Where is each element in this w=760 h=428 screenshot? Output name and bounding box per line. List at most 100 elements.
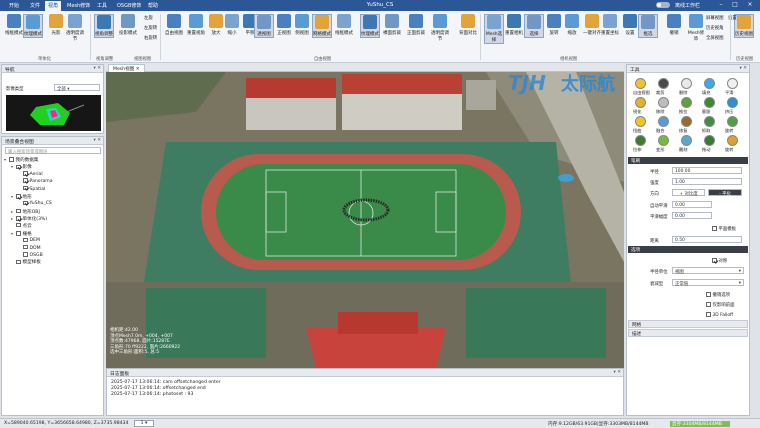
tree-item[interactable]: ▾ 我的数据集 (4, 156, 102, 163)
options-section-header[interactable]: 选项 (628, 246, 748, 253)
tree-item[interactable]: DOM (4, 244, 102, 252)
tool-icon[interactable] (635, 116, 646, 127)
ribbon-button-23[interactable]: 选择 (524, 14, 544, 38)
brush-section-header[interactable]: 笔刷 (628, 157, 748, 164)
ribbon-small-5[interactable]: 历史视角 (706, 25, 724, 31)
ribbon-button-7[interactable]: 重置视角 (186, 14, 206, 36)
ribbon-button-29[interactable]: 框选 (638, 14, 658, 38)
tool-icon[interactable] (704, 97, 715, 108)
nav-preview[interactable] (6, 95, 101, 131)
ribbon-button-18[interactable]: 正面剪裁 (406, 14, 426, 36)
ribbon-button-12[interactable]: 正视图 (274, 14, 294, 36)
tree-item[interactable]: ▾ 影像 (4, 163, 102, 170)
strength-input[interactable]: 1.00 (672, 178, 742, 185)
symmetry-checkbox[interactable] (712, 258, 717, 263)
tree-item[interactable]: OSGB (4, 252, 102, 259)
tool-icon[interactable] (704, 116, 715, 127)
ribbon-button-32[interactable]: 历史视图 (734, 14, 754, 38)
opt3-checkbox[interactable] (706, 312, 711, 317)
ribbon-button-15[interactable]: 线框模式 (334, 14, 354, 36)
flat-option[interactable]: 平面模板 (712, 226, 736, 232)
ribbon-small-1[interactable]: 左旋 (144, 15, 153, 21)
ribbon-button-5[interactable]: 投影模式 (118, 14, 138, 36)
tree-checkbox[interactable] (16, 222, 21, 228)
ribbon-button-4[interactable]: 视角调整 (94, 14, 114, 38)
direction-up-button[interactable]: + 对比度 (672, 189, 705, 197)
radius-unit-select[interactable]: 视图 ▾ (672, 267, 744, 275)
ribbon-button-22[interactable]: 重置相机 (504, 14, 524, 36)
tree-item[interactable]: 点云 (4, 222, 102, 230)
tree-item[interactable]: YuShu_CS (4, 200, 102, 207)
ribbon-button-24[interactable]: 旋转 (544, 14, 564, 36)
ribbon-button-0[interactable]: 线框模式 (4, 14, 24, 36)
tree-checkbox[interactable] (23, 185, 28, 191)
tool-icon[interactable] (635, 97, 646, 108)
ribbon-button-25[interactable]: 缩放 (562, 14, 582, 36)
auto-smooth-input[interactable]: 0.00 (672, 201, 712, 208)
tool-icon[interactable] (727, 78, 738, 89)
panel-close-icon[interactable]: ▾ ✕ (94, 66, 101, 71)
tool-icon[interactable] (727, 135, 738, 146)
falloff-select[interactable]: 正常值 ▾ (672, 279, 744, 287)
tree-item[interactable]: ▾ 地形 (4, 193, 102, 200)
distance-input[interactable]: 0.50 (672, 236, 742, 243)
ribbon-button-16[interactable]: 纹理模式 (360, 14, 380, 38)
tree-item[interactable]: Panorama (4, 178, 102, 185)
ribbon-button-28[interactable]: 设置 (620, 14, 640, 36)
zoom-select[interactable]: 1 ▾ (134, 420, 154, 427)
tool-icon[interactable] (681, 116, 692, 127)
tool-icon[interactable] (727, 97, 738, 108)
tool-icon[interactable] (704, 135, 715, 146)
tool-icon[interactable] (635, 135, 646, 146)
opt1-option[interactable]: 撤销选项 (706, 292, 730, 298)
maximize-icon[interactable]: □ (730, 1, 740, 10)
tree-checkbox[interactable] (9, 157, 14, 162)
ribbon-small-2[interactable]: 左旋转 (144, 25, 157, 31)
tree-checkbox[interactable] (16, 194, 21, 199)
tool-icon[interactable] (681, 135, 692, 146)
tree-checkbox[interactable] (16, 208, 21, 214)
panel-close-icon[interactable]: ▾ ✕ (614, 370, 621, 375)
tree-item[interactable]: ▸ 地形OBJ (4, 208, 102, 215)
ribbon-button-11[interactable]: 透视图 (254, 14, 274, 38)
tree-checkbox[interactable] (23, 252, 28, 257)
ribbon-button-30[interactable]: 撤销 (664, 14, 684, 36)
flat-checkbox[interactable] (712, 226, 717, 231)
ribbon-button-31[interactable]: Mesh修饰 (686, 14, 706, 42)
ribbon-button-20[interactable]: 背面对比 (458, 14, 478, 36)
tool-icon[interactable] (704, 78, 715, 89)
tree-checkbox[interactable] (16, 259, 21, 265)
ribbon-button-19[interactable]: 透明度调节 (430, 14, 450, 42)
tree-item[interactable]: Spatial (4, 185, 102, 193)
transform-section-header[interactable]: 描述 (628, 329, 748, 337)
symmetry-option[interactable]: 对称 (712, 258, 727, 264)
tree-item[interactable]: ▾ 栅格 (4, 230, 102, 237)
tree-checkbox[interactable] (16, 164, 21, 170)
tree-checkbox[interactable] (23, 171, 28, 176)
tree-checkbox[interactable] (23, 237, 28, 243)
opt1-checkbox[interactable] (706, 292, 711, 297)
tool-icon[interactable] (635, 78, 646, 89)
ribbon-button-2[interactable]: 光影 (46, 14, 66, 36)
panel-close-icon[interactable]: ▾ ✕ (740, 66, 747, 71)
ribbon-small-6[interactable]: 全屏视图 (706, 35, 724, 41)
ribbon-button-9[interactable]: 缩小 (222, 14, 242, 36)
tree-item[interactable]: 模型样板 (4, 259, 102, 266)
ribbon-small-3[interactable]: 右旋转 (144, 35, 157, 41)
tool-icon[interactable] (727, 116, 738, 127)
tool-icon[interactable] (681, 97, 692, 108)
ribbon-button-6[interactable]: 自由视图 (164, 14, 184, 36)
ribbon-button-27[interactable]: 重置坐标 (600, 14, 620, 36)
tool-icon[interactable] (658, 97, 669, 108)
tool-icon[interactable] (658, 78, 669, 89)
ribbon-small-4[interactable]: 屏幕视图 (706, 15, 724, 21)
tool-icon[interactable] (658, 135, 669, 146)
tree-checkbox[interactable] (16, 216, 21, 221)
ribbon-button-21[interactable]: Mesh选择 (484, 14, 504, 44)
nav-type-select[interactable]: 全部 ▾ (54, 84, 100, 92)
close-icon[interactable]: × (745, 1, 755, 10)
ribbon-button-26[interactable]: 一键对齐 (582, 14, 602, 36)
ribbon-button-3[interactable]: 透明度调节 (65, 14, 85, 42)
ribbon-button-13[interactable]: 侧视图 (292, 14, 312, 36)
ribbon-button-1[interactable]: 纹理模式 (23, 14, 43, 38)
